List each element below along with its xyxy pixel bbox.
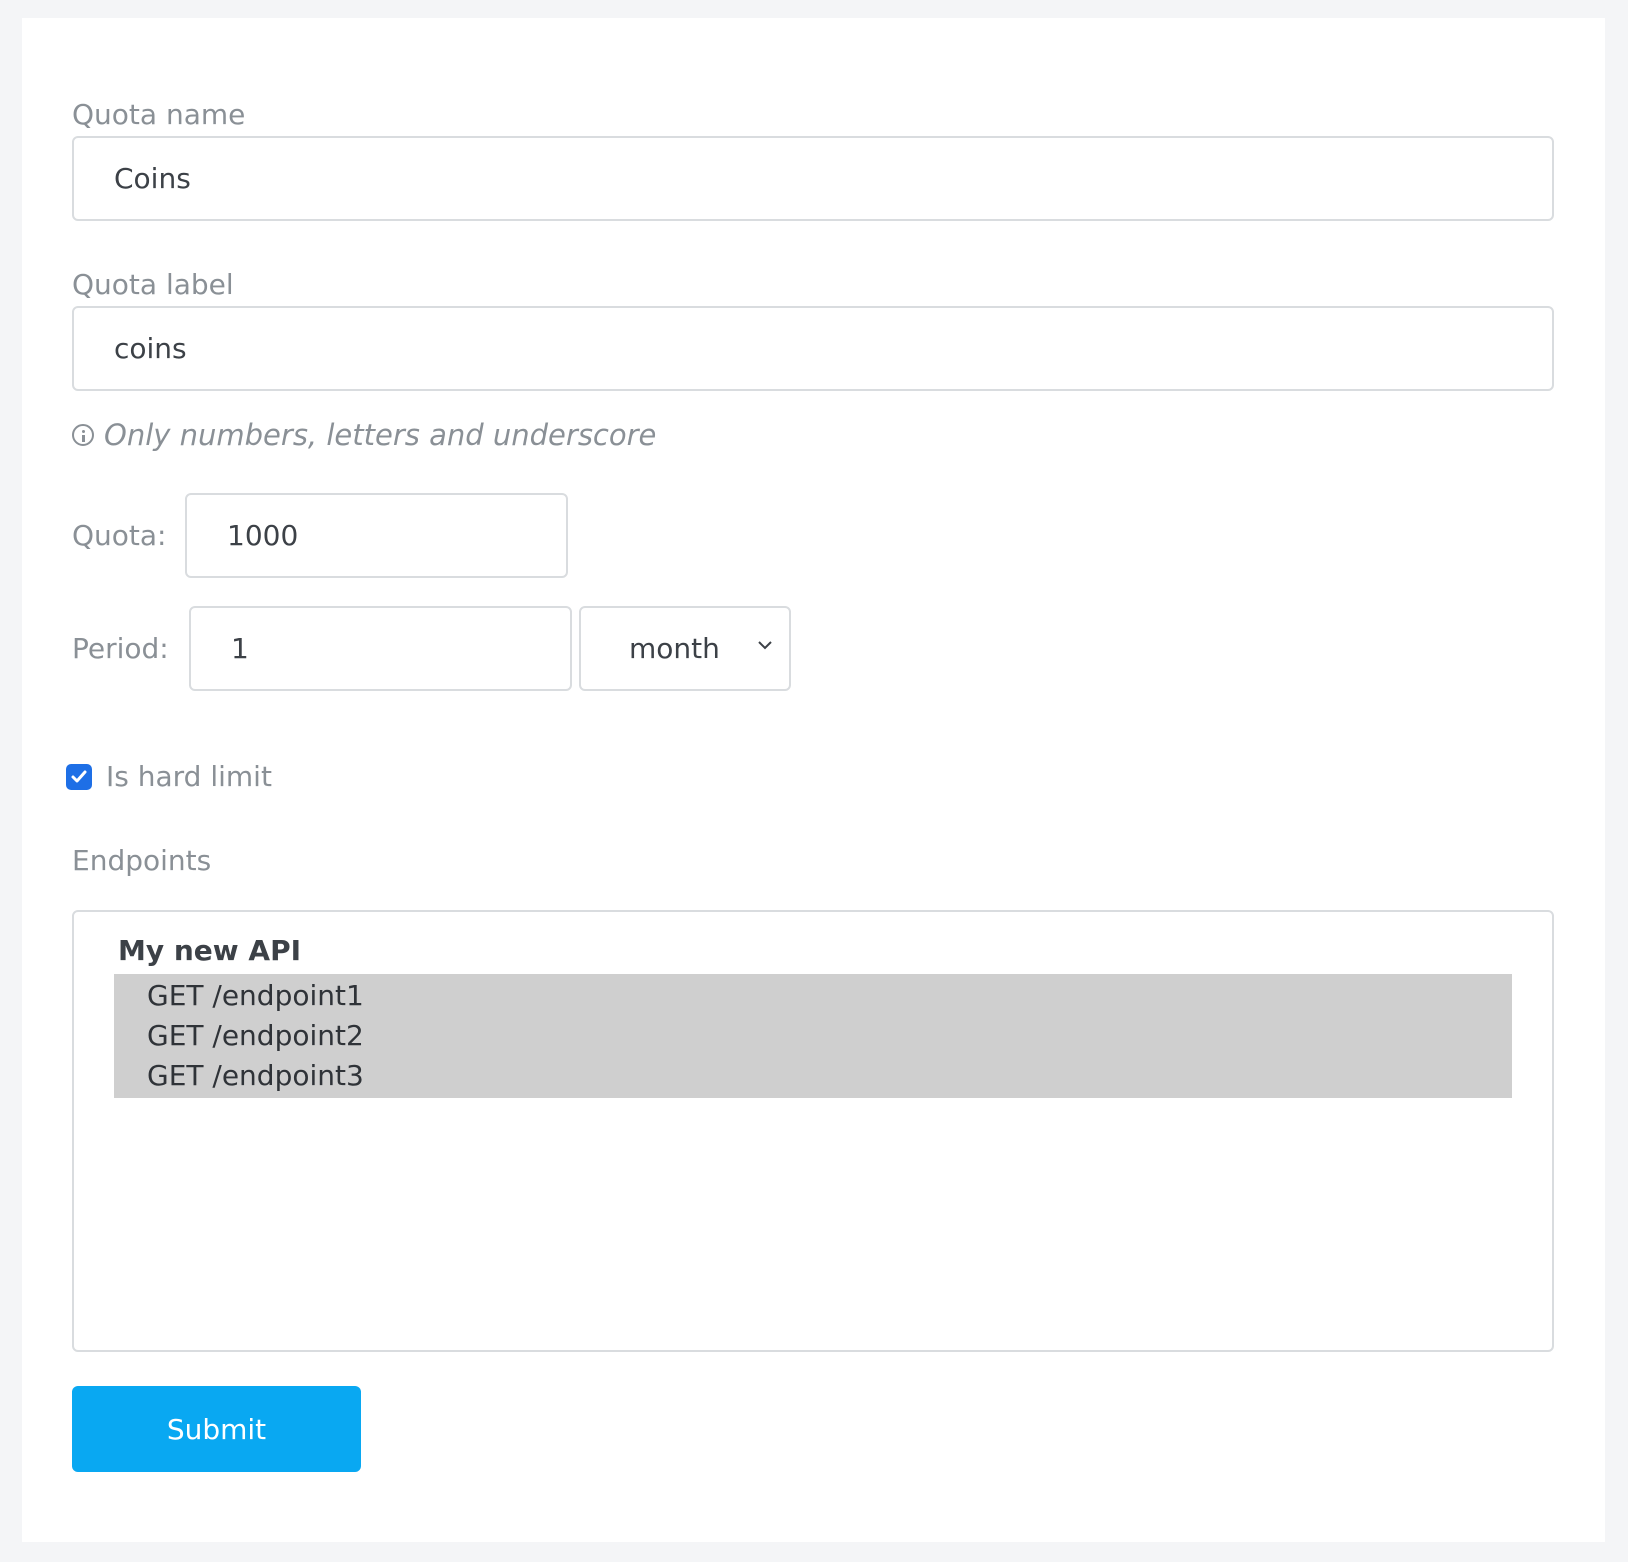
endpoints-group-title: My new API — [118, 934, 302, 967]
period-unit-select[interactable]: month — [579, 606, 791, 691]
endpoint-option[interactable]: GET /endpoint2 — [114, 1016, 1512, 1056]
hard-limit-checkbox[interactable] — [66, 764, 92, 790]
endpoint-option[interactable]: GET /endpoint1 — [114, 976, 1512, 1016]
quota-label-input[interactable] — [72, 306, 1554, 391]
period-value-input[interactable] — [189, 606, 572, 691]
quota-name-label: Quota name — [72, 98, 246, 131]
endpoints-multiselect[interactable]: My new API GET /endpoint1 GET /endpoint2… — [72, 910, 1554, 1352]
quota-name-input[interactable] — [72, 136, 1554, 221]
info-icon — [72, 424, 94, 446]
endpoints-options: GET /endpoint1 GET /endpoint2 GET /endpo… — [114, 974, 1512, 1098]
period-unit-value: month — [629, 632, 720, 665]
quota-form-card: Quota name Quota label Only numbers, let… — [22, 18, 1605, 1542]
period-label: Period: — [72, 632, 169, 665]
endpoint-option[interactable]: GET /endpoint3 — [114, 1056, 1512, 1096]
quota-label-hint: Only numbers, letters and underscore — [72, 418, 656, 452]
chevron-down-icon — [758, 641, 772, 650]
hard-limit-label[interactable]: Is hard limit — [106, 760, 272, 794]
quota-value-input[interactable] — [185, 493, 568, 578]
quota-label-hint-text: Only numbers, letters and underscore — [104, 418, 657, 452]
checkmark-icon — [71, 770, 87, 783]
endpoints-label: Endpoints — [72, 844, 212, 877]
submit-button[interactable]: Submit — [72, 1386, 361, 1472]
quota-label-label: Quota label — [72, 268, 234, 301]
quota-value-label: Quota: — [72, 519, 167, 552]
hard-limit-row: Is hard limit — [66, 760, 272, 794]
